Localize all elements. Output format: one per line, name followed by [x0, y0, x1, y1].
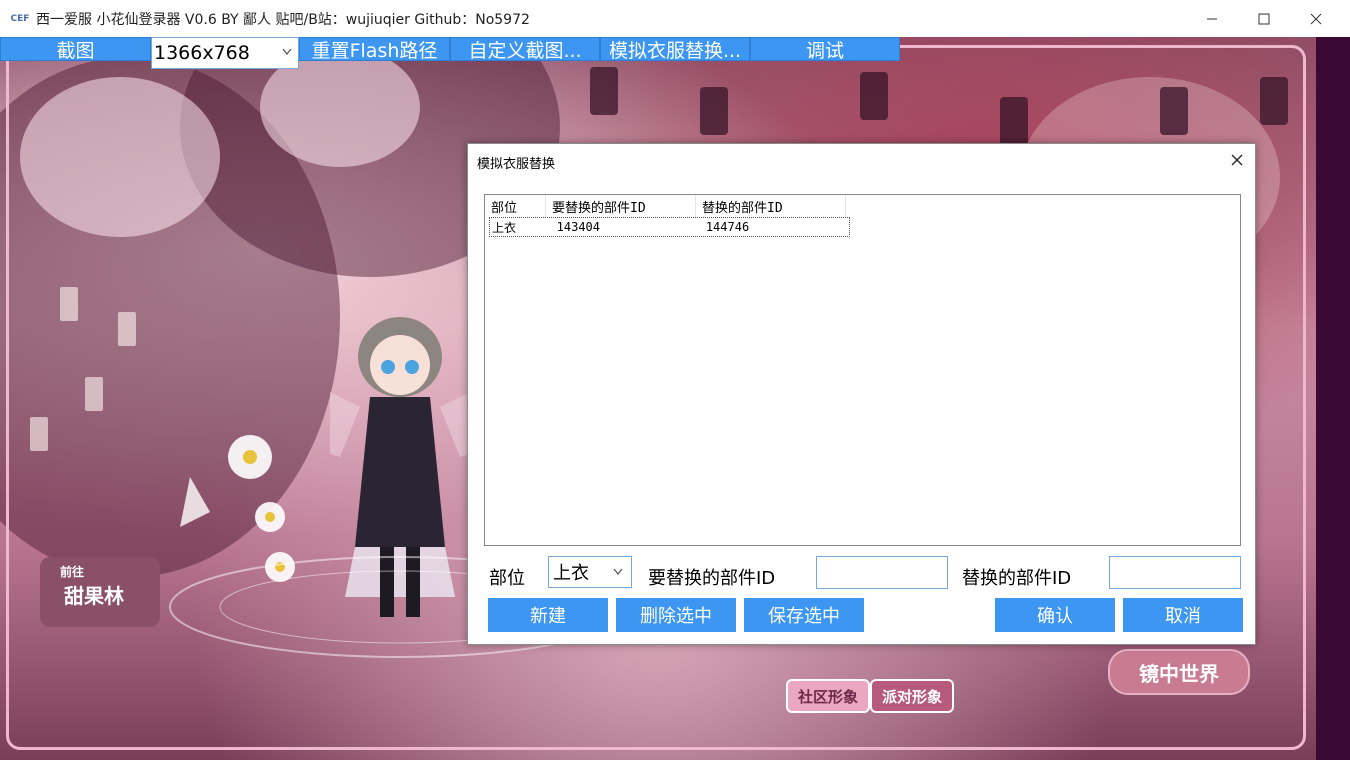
dialog-title: 模拟衣服替换	[477, 157, 556, 172]
replacement-id-input[interactable]	[1109, 556, 1241, 589]
maximize-icon[interactable]	[1238, 0, 1290, 37]
resolution-value: 1366x768	[154, 42, 250, 64]
cell-replacement-id: 144746	[705, 220, 750, 234]
app-icon: CEF	[10, 13, 30, 24]
clothes-replace-dialog: 模拟衣服替换 部位 要替换的部件ID 替换的部件ID 上衣 143404 144…	[467, 143, 1256, 645]
list-row[interactable]: 上衣 143404 144746	[489, 217, 850, 237]
cell-target-id: 143404	[556, 220, 601, 234]
target-id-input[interactable]	[816, 556, 948, 589]
replacement-id-label: 替换的部件ID	[962, 568, 1072, 589]
window-title: 西一爱服 小花仙登录器 V0.6 BY 鄙人 贴吧/B站：wujiuqier G…	[36, 11, 530, 28]
launcher-toolbar: 截图 1366x768 重置Flash路径 自定义截图... 模拟衣服替换...…	[0, 37, 900, 69]
confirm-button[interactable]: 确认	[995, 598, 1115, 632]
part-select-value: 上衣	[553, 563, 589, 584]
cancel-button[interactable]: 取消	[1123, 598, 1243, 632]
replacement-list[interactable]: 部位 要替换的部件ID 替换的部件ID 上衣 143404 144746	[484, 194, 1241, 546]
debug-button[interactable]: 调试	[750, 37, 900, 61]
resolution-select[interactable]: 1366x768	[151, 37, 299, 69]
minimize-icon[interactable]	[1186, 0, 1238, 37]
target-id-label: 要替换的部件ID	[648, 568, 776, 589]
chevron-down-icon	[282, 45, 292, 59]
window-titlebar: CEF 西一爱服 小花仙登录器 V0.6 BY 鄙人 贴吧/B站：wujiuqi…	[0, 0, 1350, 37]
clothes-replace-button[interactable]: 模拟衣服替换...	[600, 37, 750, 61]
chevron-down-icon	[613, 565, 623, 579]
close-icon[interactable]	[1290, 0, 1342, 37]
part-label: 部位	[489, 568, 525, 589]
list-header: 部位 要替换的部件ID 替换的部件ID	[485, 195, 1240, 217]
close-icon[interactable]	[1231, 150, 1243, 171]
save-selected-button[interactable]: 保存选中	[744, 598, 864, 632]
custom-screenshot-button[interactable]: 自定义截图...	[450, 37, 600, 61]
part-select[interactable]: 上衣	[548, 556, 632, 588]
reset-flash-path-button[interactable]: 重置Flash路径	[299, 37, 450, 61]
screenshot-button[interactable]: 截图	[0, 37, 151, 61]
window-edge	[1316, 37, 1350, 760]
column-header[interactable]: 要替换的部件ID	[546, 195, 696, 217]
column-header[interactable]: 替换的部件ID	[696, 195, 846, 217]
cell-part: 上衣	[492, 220, 517, 235]
delete-selected-button[interactable]: 删除选中	[616, 598, 736, 632]
column-header[interactable]: 部位	[485, 195, 546, 217]
new-button[interactable]: 新建	[488, 598, 608, 632]
